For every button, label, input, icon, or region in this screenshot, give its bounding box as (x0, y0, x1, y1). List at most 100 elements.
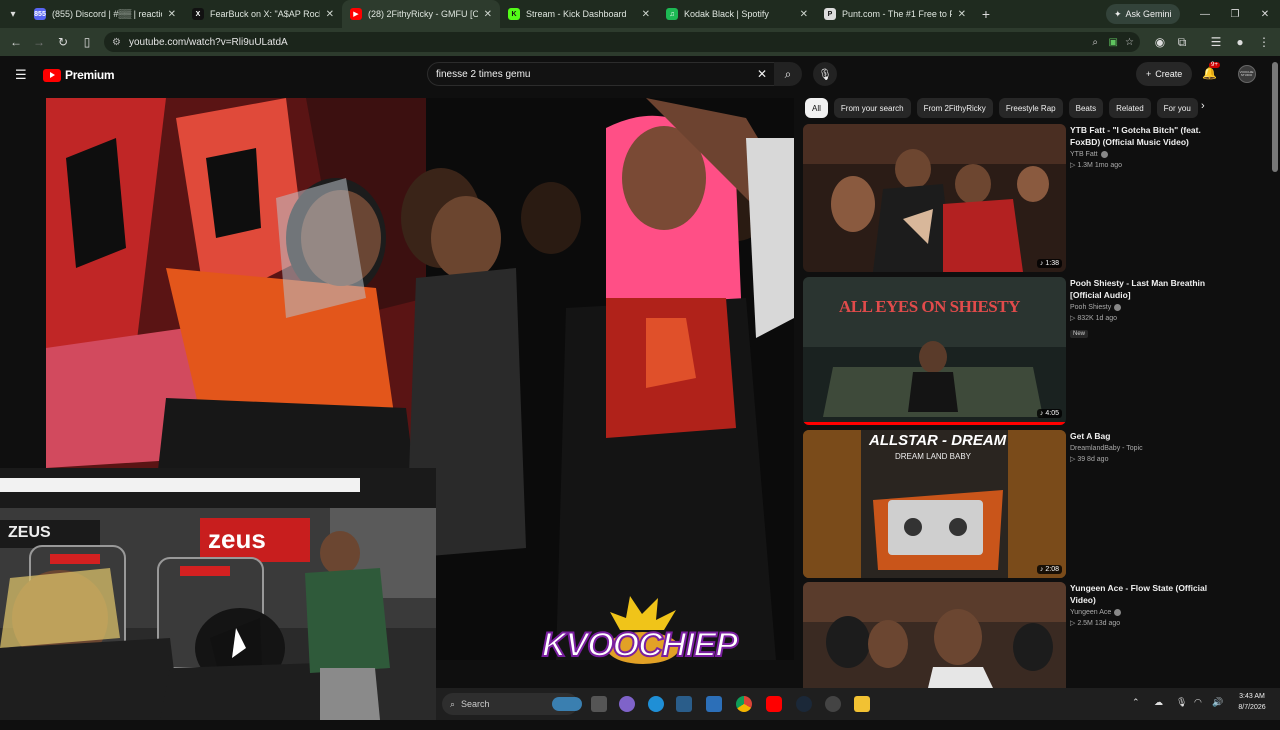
tab-title: (28) 2FithyRicky - GMFU [O (368, 9, 478, 19)
create-button[interactable]: + Create (1136, 62, 1193, 86)
search-button[interactable]: ⌕ (774, 62, 802, 86)
tab-title: FearBuck on X: "A$AP Rocky g (210, 9, 320, 19)
tab-title: Punt.com - The #1 Free to Play (842, 9, 952, 19)
address-bar[interactable]: ⚙ youtube.com/watch?v=Rli9uULatdA ⌕ ▣ ☆ (104, 32, 1140, 52)
taskbar-search-label: Search (461, 699, 490, 709)
split-view-icon[interactable]: ▯ (77, 32, 97, 52)
recommendation-0[interactable]: ♪ 1:38 YTB Fatt - "I Gotcha Bitch" (feat… (803, 124, 1223, 272)
close-tab-icon[interactable]: ✕ (958, 9, 966, 20)
browser-menu-icon[interactable]: ⋮ (1254, 32, 1274, 52)
page-scrollbar[interactable] (1272, 62, 1278, 172)
duration-badge: ♪ 4:05 (1036, 409, 1062, 418)
ask-gemini-label: Ask Gemini (1125, 9, 1172, 19)
outlook-icon[interactable] (706, 696, 722, 712)
onedrive-icon[interactable]: ☁ (1154, 697, 1163, 708)
video-stats: ▷ 2.5M 13d ago (1070, 620, 1121, 627)
channel-name[interactable]: Yungeen Ace (1070, 609, 1111, 616)
tab-favicon-icon: K (508, 8, 520, 20)
chip-from-2fithyricky[interactable]: From 2FithyRicky (916, 98, 993, 118)
reading-list-icon[interactable]: ☰ (1206, 32, 1226, 52)
close-window-icon[interactable]: ✕ (1250, 0, 1280, 28)
extension-icon[interactable]: ▣ (1109, 37, 1118, 48)
ask-gemini-button[interactable]: ✦ Ask Gemini (1106, 4, 1180, 24)
search-icon: ⌕ (784, 66, 792, 81)
restore-icon[interactable]: ❐ (1220, 0, 1250, 28)
youtube-premium-logo[interactable]: Premium (43, 68, 115, 82)
close-tab-icon[interactable]: ✕ (484, 9, 492, 20)
site-info-icon[interactable]: ⚙ (112, 37, 121, 48)
forward-icon[interactable]: → (29, 32, 49, 52)
chip-freestyle-rap[interactable]: Freestyle Rap (998, 98, 1063, 118)
copilot-icon[interactable] (619, 696, 635, 712)
chip-related[interactable]: Related (1109, 98, 1151, 118)
youtube-app-icon[interactable] (766, 696, 782, 712)
zoom-icon[interactable]: ⌕ (1092, 37, 1098, 48)
video-title[interactable]: Yungeen Ace - Flow State (Official Video… (1070, 582, 1225, 606)
close-tab-icon[interactable]: ✕ (326, 9, 334, 20)
minimize-icon[interactable]: — (1190, 0, 1220, 28)
browser-tab-5[interactable]: P Punt.com - The #1 Free to Play ✕ (816, 0, 974, 28)
thumbnail-art-3 (803, 582, 1066, 688)
volume-icon[interactable]: 🔊 (1212, 697, 1223, 708)
profile-avatar-icon[interactable]: ● (1230, 32, 1250, 52)
voice-search-button[interactable]: 🎙 (813, 62, 837, 86)
close-tab-icon[interactable]: ✕ (642, 9, 650, 20)
video-stats: ▷ 832K 1d ago (1070, 315, 1118, 322)
browser-tab-4[interactable]: ♫ Kodak Black | Spotify ✕ (658, 0, 816, 28)
taskbar-search[interactable]: ⌕ Search (442, 693, 582, 715)
browser-tab-1[interactable]: X FearBuck on X: "A$AP Rocky g ✕ (184, 0, 342, 28)
mic-tray-icon[interactable]: 🎙 (1176, 697, 1187, 708)
chevron-right-icon[interactable]: › (1201, 100, 1205, 112)
edge-icon[interactable] (648, 696, 664, 712)
file-explorer-icon[interactable] (854, 696, 870, 712)
clear-search-icon[interactable]: ✕ (757, 67, 767, 81)
wifi-icon[interactable]: ◠ (1194, 697, 1202, 708)
search-input[interactable]: finesse 2 times gemu ✕ (427, 62, 776, 86)
hamburger-menu-icon[interactable]: ☰ (15, 67, 27, 83)
windows-taskbar: ⌕ Search ⌃ ☁ 🎙 ◠ 🔊 (436, 688, 1280, 720)
new-tab-button[interactable]: + (974, 6, 998, 22)
taskbar-clock[interactable]: 3:43 AM 8/7/2026 (1230, 691, 1274, 713)
chip-beats[interactable]: Beats (1068, 98, 1104, 118)
steam-icon[interactable] (796, 696, 812, 712)
profile-extension-icon[interactable]: ◉ (1150, 32, 1170, 52)
chip-for-you[interactable]: For you (1156, 98, 1198, 118)
tab-favicon-icon: X (192, 8, 204, 20)
avatar[interactable]: VOOCHIE STUDIO (1238, 65, 1256, 83)
back-icon[interactable]: ← (6, 32, 26, 52)
video-title[interactable]: Get A Bag (1070, 430, 1225, 442)
close-tab-icon[interactable]: ✕ (800, 9, 808, 20)
browser-tab-0[interactable]: 855 (855) Discord | #▒▒ | reactions ✕ (26, 0, 184, 28)
tab-title: Stream - Kick Dashboard (526, 9, 627, 19)
chip-from-your-search[interactable]: From your search (833, 98, 911, 118)
extensions-icon[interactable]: ⧉ (1172, 32, 1192, 52)
browser-tab-3[interactable]: K Stream - Kick Dashboard ✕ (500, 0, 658, 28)
close-tab-icon[interactable]: ✕ (168, 9, 176, 20)
tab-search-icon[interactable]: ▾ (0, 0, 26, 28)
bookmark-icon[interactable]: ☆ (1125, 37, 1134, 48)
thumbnail-2[interactable]: ALLSTAR - DREAM DREAM LAND BABY ♪ 2:08 (803, 430, 1066, 578)
task-view-icon[interactable] (591, 696, 607, 712)
chevron-up-icon[interactable]: ⌃ (1132, 697, 1140, 708)
thumbnail-1[interactable]: ALL EYES ON SHIESTY ♪ 4:05 (803, 277, 1066, 425)
notifications-button[interactable]: 🔔 9+ (1202, 62, 1220, 80)
search-highlight-icon (552, 697, 582, 711)
obs-icon[interactable] (825, 696, 841, 712)
channel-name[interactable]: Pooh Shiesty (1070, 304, 1111, 311)
recommendation-1[interactable]: ALL EYES ON SHIESTY ♪ 4:05 Pooh Shiesty … (803, 277, 1223, 425)
channel-name[interactable]: DreamlandBaby - Topic (1070, 445, 1143, 452)
thumbnail-0[interactable]: ♪ 1:38 (803, 124, 1066, 272)
video-title[interactable]: YTB Fatt - "I Gotcha Bitch" (feat. FoxBD… (1070, 124, 1225, 148)
channel-name[interactable]: YTB Fatt (1070, 151, 1098, 158)
store-icon[interactable] (676, 696, 692, 712)
recommendation-2[interactable]: ALLSTAR - DREAM DREAM LAND BABY ♪ 2:08 G… (803, 430, 1223, 578)
clock-date: 8/7/2026 (1238, 704, 1266, 711)
browser-tab-2[interactable]: ▶ (28) 2FithyRicky - GMFU [O ✕ (342, 0, 500, 28)
reload-icon[interactable]: ↻ (53, 32, 73, 52)
thumbnail-3[interactable] (803, 582, 1066, 688)
youtube-play-icon (43, 68, 61, 82)
video-title[interactable]: Pooh Shiesty - Last Man Breathin [Offici… (1070, 277, 1225, 301)
chip-all[interactable]: All (805, 98, 828, 118)
tab-title: (855) Discord | #▒▒ | reactions (52, 9, 162, 19)
chrome-icon[interactable] (736, 696, 752, 712)
